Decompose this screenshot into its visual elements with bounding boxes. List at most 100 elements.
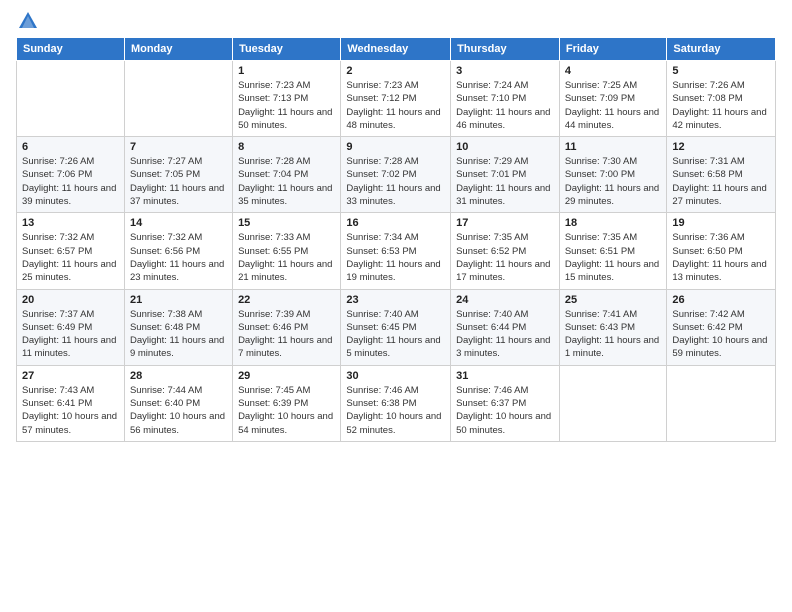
- day-number: 8: [238, 141, 335, 153]
- day-number: 24: [456, 294, 554, 306]
- calendar-cell: 5 Sunrise: 7:26 AM Sunset: 7:08 PM Daylig…: [667, 61, 776, 137]
- calendar-cell: 12 Sunrise: 7:31 AM Sunset: 6:58 PM Dayli…: [667, 137, 776, 213]
- day-info: Sunrise: 7:30 AM Sunset: 7:00 PM Dayligh…: [565, 155, 662, 208]
- day-info: Sunrise: 7:38 AM Sunset: 6:48 PM Dayligh…: [130, 308, 227, 361]
- day-number: 18: [565, 217, 662, 229]
- day-number: 16: [346, 217, 445, 229]
- calendar-cell: 14 Sunrise: 7:32 AM Sunset: 6:56 PM Dayli…: [124, 213, 232, 289]
- calendar-cell: 22Sunrise: 7:39 AM Sunset: 6:46 PM Dayli…: [233, 289, 341, 365]
- weekday-header-saturday: Saturday: [667, 38, 776, 61]
- calendar-cell: 19 Sunrise: 7:36 AM Sunset: 6:50 PM Dayli…: [667, 213, 776, 289]
- calendar-cell: 24 Sunrise: 7:40 AM Sunset: 6:44 PM Dayli…: [451, 289, 560, 365]
- day-info: Sunrise: 7:32 AM Sunset: 6:57 PM Dayligh…: [22, 231, 119, 284]
- day-info: Sunrise: 7:33 AM Sunset: 6:55 PM Dayligh…: [238, 231, 335, 284]
- day-info: Sunrise: 7:25 AM Sunset: 7:09 PM Dayligh…: [565, 79, 662, 132]
- calendar-cell: 8 Sunrise: 7:28 AM Sunset: 7:04 PM Daylig…: [233, 137, 341, 213]
- week-row-4: 20 Sunrise: 7:37 AM Sunset: 6:49 PM Dayli…: [17, 289, 776, 365]
- day-number: 9: [346, 141, 445, 153]
- weekday-header-monday: Monday: [124, 38, 232, 61]
- day-number: 29: [238, 370, 335, 382]
- day-number: 26: [672, 294, 770, 306]
- day-number: 23: [346, 294, 445, 306]
- day-info: Sunrise: 7:36 AM Sunset: 6:50 PM Dayligh…: [672, 231, 770, 284]
- day-info: Sunrise: 7:32 AM Sunset: 6:56 PM Dayligh…: [130, 231, 227, 284]
- day-info: Sunrise: 7:27 AM Sunset: 7:05 PM Dayligh…: [130, 155, 227, 208]
- day-number: 13: [22, 217, 119, 229]
- calendar-cell: 20 Sunrise: 7:37 AM Sunset: 6:49 PM Dayli…: [17, 289, 125, 365]
- day-number: 7: [130, 141, 227, 153]
- week-row-2: 6 Sunrise: 7:26 AM Sunset: 7:06 PM Daylig…: [17, 137, 776, 213]
- calendar-cell: 16 Sunrise: 7:34 AM Sunset: 6:53 PM Dayli…: [341, 213, 451, 289]
- day-info: Sunrise: 7:28 AM Sunset: 7:04 PM Dayligh…: [238, 155, 335, 208]
- calendar-cell: 15Sunrise: 7:33 AM Sunset: 6:55 PM Dayli…: [233, 213, 341, 289]
- weekday-header-friday: Friday: [559, 38, 667, 61]
- weekday-header-thursday: Thursday: [451, 38, 560, 61]
- day-info: Sunrise: 7:42 AM Sunset: 6:42 PM Dayligh…: [672, 308, 770, 361]
- day-info: Sunrise: 7:35 AM Sunset: 6:51 PM Dayligh…: [565, 231, 662, 284]
- day-info: Sunrise: 7:23 AM Sunset: 7:12 PM Dayligh…: [346, 79, 445, 132]
- day-info: Sunrise: 7:23 AM Sunset: 7:13 PM Dayligh…: [238, 79, 335, 132]
- day-number: 19: [672, 217, 770, 229]
- day-number: 20: [22, 294, 119, 306]
- calendar-cell: 10 Sunrise: 7:29 AM Sunset: 7:01 PM Dayli…: [451, 137, 560, 213]
- day-number: 21: [130, 294, 227, 306]
- day-info: Sunrise: 7:46 AM Sunset: 6:37 PM Dayligh…: [456, 384, 554, 437]
- day-info: Sunrise: 7:41 AM Sunset: 6:43 PM Dayligh…: [565, 308, 662, 361]
- calendar-cell: 30 Sunrise: 7:46 AM Sunset: 6:38 PM Dayli…: [341, 365, 451, 441]
- calendar-cell: 31Sunrise: 7:46 AM Sunset: 6:37 PM Dayli…: [451, 365, 560, 441]
- day-number: 30: [346, 370, 445, 382]
- calendar-cell: 6 Sunrise: 7:26 AM Sunset: 7:06 PM Daylig…: [17, 137, 125, 213]
- day-info: Sunrise: 7:35 AM Sunset: 6:52 PM Dayligh…: [456, 231, 554, 284]
- calendar-cell: 23 Sunrise: 7:40 AM Sunset: 6:45 PM Dayli…: [341, 289, 451, 365]
- day-number: 3: [456, 65, 554, 77]
- day-number: 4: [565, 65, 662, 77]
- day-number: 14: [130, 217, 227, 229]
- calendar-cell: 9Sunrise: 7:28 AM Sunset: 7:02 PM Daylig…: [341, 137, 451, 213]
- day-info: Sunrise: 7:45 AM Sunset: 6:39 PM Dayligh…: [238, 384, 335, 437]
- calendar-cell: 27 Sunrise: 7:43 AM Sunset: 6:41 PM Dayli…: [17, 365, 125, 441]
- day-info: Sunrise: 7:26 AM Sunset: 7:06 PM Dayligh…: [22, 155, 119, 208]
- calendar-cell: 7 Sunrise: 7:27 AM Sunset: 7:05 PM Daylig…: [124, 137, 232, 213]
- calendar-cell: 18 Sunrise: 7:35 AM Sunset: 6:51 PM Dayli…: [559, 213, 667, 289]
- day-info: Sunrise: 7:34 AM Sunset: 6:53 PM Dayligh…: [346, 231, 445, 284]
- calendar-cell: [667, 365, 776, 441]
- day-info: Sunrise: 7:40 AM Sunset: 6:45 PM Dayligh…: [346, 308, 445, 361]
- calendar-cell: 21 Sunrise: 7:38 AM Sunset: 6:48 PM Dayli…: [124, 289, 232, 365]
- calendar-cell: [17, 61, 125, 137]
- day-number: 28: [130, 370, 227, 382]
- day-info: Sunrise: 7:26 AM Sunset: 7:08 PM Dayligh…: [672, 79, 770, 132]
- logo: [16, 12, 39, 29]
- day-number: 25: [565, 294, 662, 306]
- day-number: 12: [672, 141, 770, 153]
- day-info: Sunrise: 7:31 AM Sunset: 6:58 PM Dayligh…: [672, 155, 770, 208]
- calendar-cell: 3 Sunrise: 7:24 AM Sunset: 7:10 PM Daylig…: [451, 61, 560, 137]
- calendar-cell: 25 Sunrise: 7:41 AM Sunset: 6:43 PM Dayli…: [559, 289, 667, 365]
- day-info: Sunrise: 7:29 AM Sunset: 7:01 PM Dayligh…: [456, 155, 554, 208]
- day-info: Sunrise: 7:44 AM Sunset: 6:40 PM Dayligh…: [130, 384, 227, 437]
- week-row-3: 13 Sunrise: 7:32 AM Sunset: 6:57 PM Dayli…: [17, 213, 776, 289]
- day-info: Sunrise: 7:37 AM Sunset: 6:49 PM Dayligh…: [22, 308, 119, 361]
- day-number: 6: [22, 141, 119, 153]
- day-number: 10: [456, 141, 554, 153]
- calendar-cell: 13 Sunrise: 7:32 AM Sunset: 6:57 PM Dayli…: [17, 213, 125, 289]
- day-info: Sunrise: 7:46 AM Sunset: 6:38 PM Dayligh…: [346, 384, 445, 437]
- calendar-cell: 26 Sunrise: 7:42 AM Sunset: 6:42 PM Dayli…: [667, 289, 776, 365]
- weekday-header-wednesday: Wednesday: [341, 38, 451, 61]
- weekday-header-tuesday: Tuesday: [233, 38, 341, 61]
- day-info: Sunrise: 7:39 AM Sunset: 6:46 PM Dayligh…: [238, 308, 335, 361]
- weekday-header-sunday: Sunday: [17, 38, 125, 61]
- day-info: Sunrise: 7:43 AM Sunset: 6:41 PM Dayligh…: [22, 384, 119, 437]
- header: [16, 12, 776, 29]
- day-number: 2: [346, 65, 445, 77]
- calendar-table: SundayMondayTuesdayWednesdayThursdayFrid…: [16, 37, 776, 442]
- day-number: 1: [238, 65, 335, 77]
- day-number: 11: [565, 141, 662, 153]
- calendar-cell: [124, 61, 232, 137]
- week-row-5: 27 Sunrise: 7:43 AM Sunset: 6:41 PM Dayli…: [17, 365, 776, 441]
- day-number: 5: [672, 65, 770, 77]
- day-number: 27: [22, 370, 119, 382]
- day-info: Sunrise: 7:40 AM Sunset: 6:44 PM Dayligh…: [456, 308, 554, 361]
- weekday-header-row: SundayMondayTuesdayWednesdayThursdayFrid…: [17, 38, 776, 61]
- day-info: Sunrise: 7:24 AM Sunset: 7:10 PM Dayligh…: [456, 79, 554, 132]
- week-row-1: 1 Sunrise: 7:23 AM Sunset: 7:13 PM Daylig…: [17, 61, 776, 137]
